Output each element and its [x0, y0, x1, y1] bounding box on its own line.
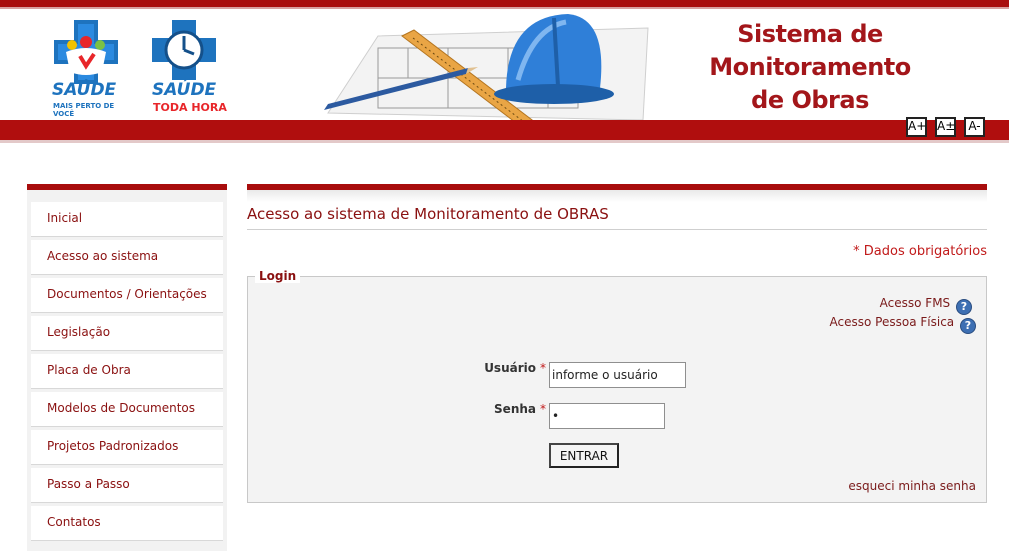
sidebar-item-legislacao[interactable]: Legislação: [31, 316, 223, 351]
header-top-stripe: [0, 0, 1009, 7]
required-fields-note: * Dados obrigatórios: [853, 244, 987, 259]
page-title: Acesso ao sistema de Monitoramento de OB…: [247, 205, 987, 230]
access-pf-label: Acesso Pessoa Física: [829, 315, 955, 329]
logo1-tagline: MAIS PERTO DE VOCÊ: [53, 102, 115, 118]
access-pessoa-fisica-link[interactable]: Acesso Pessoa Física ?: [830, 315, 976, 334]
font-reset-button[interactable]: A±: [935, 117, 956, 137]
system-title: Sistema de Monitoramento de Obras: [690, 18, 930, 117]
font-decrease-button[interactable]: A-: [964, 117, 985, 137]
header-bottom-band: [0, 120, 1009, 142]
title-line-1: Sistema de: [737, 20, 883, 48]
hard-hat-icon: [494, 14, 614, 104]
sidebar-item-placa-obra[interactable]: Placa de Obra: [31, 354, 223, 389]
sidebar-item-contatos[interactable]: Contatos: [31, 506, 223, 541]
logo2-tagline: TODA HORA: [153, 101, 227, 114]
title-line-2: Monitoramento: [709, 53, 911, 81]
access-fms-label: Acesso FMS: [879, 296, 951, 310]
help-icon[interactable]: ?: [960, 318, 976, 334]
sidebar: Inicial Acesso ao sistema Documentos / O…: [27, 184, 227, 551]
saude-mais-perto-logo: SAÚDE MAIS PERTO DE VOCÊ: [50, 18, 130, 118]
sidebar-item-projetos-padronizados[interactable]: Projetos Padronizados: [31, 430, 223, 465]
header-bottom-shadow: [0, 140, 1009, 143]
logo2-name: SAÚDE: [152, 80, 217, 100]
user-input[interactable]: [549, 362, 686, 388]
required-star: *: [540, 402, 546, 416]
required-star: *: [540, 361, 546, 375]
password-input[interactable]: [549, 403, 665, 429]
sidebar-menu: Inicial Acesso ao sistema Documentos / O…: [27, 190, 227, 541]
sidebar-item-acesso-sistema[interactable]: Acesso ao sistema: [31, 240, 223, 275]
help-icon[interactable]: ?: [956, 299, 972, 315]
font-increase-button[interactable]: A+: [906, 117, 927, 137]
header: SAÚDE MAIS PERTO DE VOCÊ SAÚDE TODA HORA: [0, 0, 1009, 143]
sidebar-item-passo-a-passo[interactable]: Passo a Passo: [31, 468, 223, 503]
login-fieldset: Login Acesso FMS ? Acesso Pessoa Física …: [247, 269, 987, 503]
clock-cross-icon: [152, 20, 216, 80]
logo1-name: SAÚDE: [52, 80, 117, 100]
sidebar-item-inicial[interactable]: Inicial: [31, 202, 223, 237]
sidebar-item-documentos[interactable]: Documentos / Orientações: [31, 278, 223, 313]
password-label: Senha *: [458, 402, 546, 416]
login-submit-button[interactable]: ENTRAR: [549, 443, 619, 468]
login-legend: Login: [255, 269, 301, 283]
access-fms-link[interactable]: Acesso FMS ?: [880, 296, 972, 315]
main-top-fade: [247, 190, 987, 202]
main-content: Acesso ao sistema de Monitoramento de OB…: [247, 184, 987, 503]
blueprint-illustration: [324, 14, 649, 123]
family-cross-icon: [54, 20, 118, 84]
forgot-password-link[interactable]: esqueci minha senha: [848, 479, 976, 493]
title-line-3: de Obras: [751, 86, 869, 114]
user-label: Usuário *: [458, 361, 546, 375]
password-label-text: Senha: [494, 402, 536, 416]
user-label-text: Usuário: [484, 361, 536, 375]
sidebar-item-modelos-documentos[interactable]: Modelos de Documentos: [31, 392, 223, 427]
saude-toda-hora-logo: SAÚDE TODA HORA: [150, 18, 230, 114]
